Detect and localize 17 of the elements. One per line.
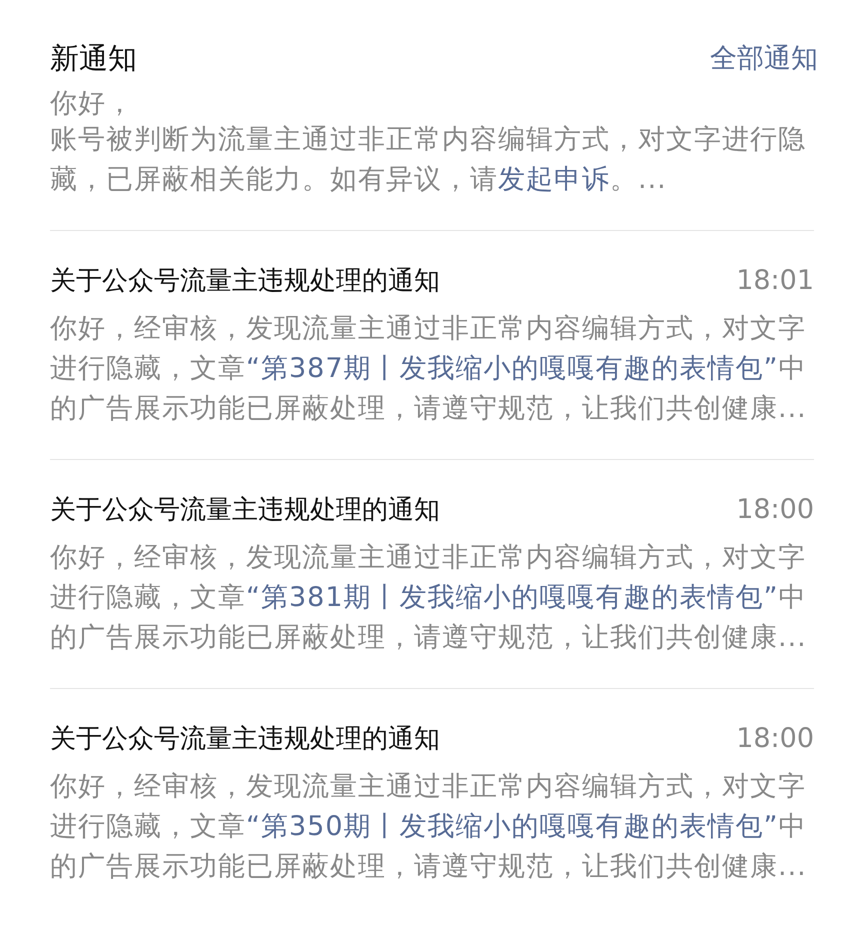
notice-time: 18:00 [736, 492, 814, 527]
appeal-link[interactable]: 发起申诉 [498, 164, 610, 195]
all-notices-link[interactable]: 全部通知 [710, 38, 818, 80]
notice-body: 你好，经审核，发现流量主通过非正常内容编辑方式，对文字进行隐藏，文章“第381期丨发我缩小的嘎嘎有趣的表情包”中的广告展示功能已屏蔽处理，请遵守规范，让我们共创健康... [50, 541, 808, 655]
notice-title: 关于公众号流量主违规处理的通知 [50, 494, 440, 526]
notice-title: 关于公众号流量主违规处理的通知 [50, 264, 440, 298]
appeal-link[interactable]: “第381期丨发我缩小的嘎嘎有趣的表情包” [246, 582, 779, 613]
appeal-link[interactable]: “第387期丨发我缩小的嘎嘎有趣的表情包” [246, 353, 779, 384]
notice-body: 你好，经审核，发现流量主通过非正常内容编辑方式，对文字进行隐藏，文章“第387期丨发我缩小的嘎嘎有趣的表情包”中的广告展示功能已屏蔽处理，请遵守规范，让我们共创健康... [50, 312, 808, 426]
notice-body: 你好，经审核，发现流量主通过非正常内容编辑方式，对文字进行隐藏，文章“第350期丨发我缩小的嘎嘎有趣的表情包”中的广告展示功能已屏蔽处理，请遵守规范，让我们共创健康... [50, 770, 808, 884]
notice-time: 18:01 [736, 264, 814, 298]
notice-time: 18:00 [736, 722, 814, 756]
greeting-text: 你好， [50, 88, 135, 120]
notice-title: 关于公众号流量主违规处理的通知 [50, 722, 440, 756]
section-title: 新通知 [50, 40, 137, 78]
notice-body: 账号被判断为流量主通过非正常内容编辑方式，对文字进行隐藏，已屏蔽相关能力。如有异议，请发起申诉。... [50, 123, 807, 197]
appeal-link[interactable]: “第350期丨发我缩小的嘎嘎有趣的表情包” [246, 811, 779, 842]
